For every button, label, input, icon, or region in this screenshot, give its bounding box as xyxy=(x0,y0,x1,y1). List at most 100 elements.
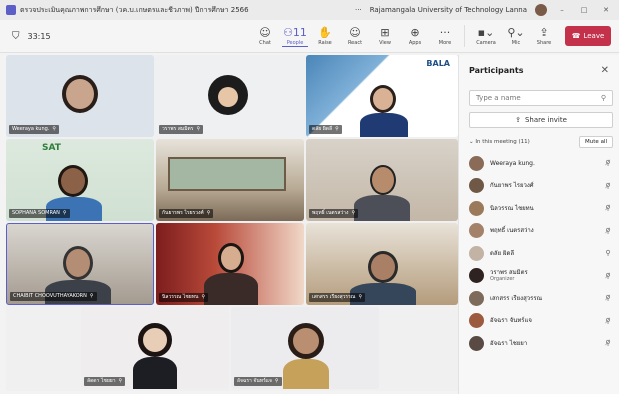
close-panel-button[interactable]: ✕ xyxy=(601,65,609,76)
mic-off-icon[interactable]: ⚲̸ xyxy=(603,159,613,167)
video-tile[interactable]: ลัดดา ไชยยา ⚲ xyxy=(81,307,229,389)
tile-name: ลัดดา ไชยยา ⚲ xyxy=(84,377,126,386)
view-button[interactable]: ⊞ View xyxy=(372,26,398,47)
avatar xyxy=(469,245,484,261)
view-label: View xyxy=(379,39,391,46)
mic-off-icon[interactable]: ⚲̸ xyxy=(603,294,613,302)
share-icon: ⇪ xyxy=(515,116,521,124)
mic-icon: ⚲ xyxy=(358,294,363,300)
participant-item[interactable]: พฤทธิ์ เนตรสว่าง ⚲̸ xyxy=(469,220,613,243)
share-button[interactable]: ⇪ Share xyxy=(531,26,557,46)
participant-search-input[interactable]: Type a name ⚲ xyxy=(469,90,613,106)
share-icon: ⇪ xyxy=(539,26,549,39)
toolbar-actions: ☺ Chat ⚇11 People ✋ Raise ☺ React ⊞ View ⊕ App… xyxy=(252,26,458,47)
people-button[interactable]: ⚇11 People xyxy=(282,26,308,47)
participant-item[interactable]: อัจฉรา ไชยยา ⚲̸ xyxy=(469,332,613,355)
participant-video xyxy=(368,251,398,283)
react-label: React xyxy=(347,39,363,46)
tile-name-text: อัจฉรา จันทร์แจ xyxy=(237,378,272,384)
participant-video xyxy=(62,75,98,113)
participant-name: กันยาพร ไรยวงศ์ xyxy=(490,182,534,190)
sat-banner: SAT xyxy=(42,143,61,153)
video-tile[interactable]: อัจฉรา จันทร์แจ ⚲ xyxy=(231,307,379,389)
participant-item[interactable]: กันยาพร ไรยวงศ์ ⚲̸ xyxy=(469,175,613,198)
video-tile[interactable]: เสกสรร เรียงสุวรรณ ⚲ xyxy=(306,223,458,305)
close-window-button[interactable]: ✕ xyxy=(599,6,613,14)
tile-name: CHAIBIT CHOOVUTHAYAKORN ⚲ xyxy=(10,292,97,301)
video-tile[interactable]: นิลวรรณ ไชยทน ⚲ xyxy=(156,223,304,305)
maximize-button[interactable]: □ xyxy=(577,6,591,14)
teams-app-icon xyxy=(6,5,16,15)
mic-button[interactable]: ⚲⌄ Mic xyxy=(501,26,531,46)
search-icon: ⚲ xyxy=(600,94,606,102)
mic-icon: ⚲ xyxy=(52,126,57,132)
avatar xyxy=(469,335,484,351)
avatar xyxy=(469,313,484,329)
shield-icon[interactable]: ⛉ xyxy=(12,31,20,42)
participant-role: Organizer xyxy=(490,275,515,282)
mic-icon: ⚲ xyxy=(206,210,211,216)
avatar xyxy=(469,223,484,239)
mic-off-icon: ⚲⌄ xyxy=(507,26,525,39)
ellipsis-icon: ··· xyxy=(439,25,451,39)
video-tile[interactable]: Weeraya kung. ⚲ xyxy=(6,55,154,137)
participant-item[interactable]: เสกสรร เรียงสุวรรณ ⚲̸ xyxy=(469,287,613,310)
people-icon: ⚇11 xyxy=(283,25,307,39)
title-bar: ตรวจประเมินคุณภาพการศึกษา (วค.บ.เกษตรและ… xyxy=(0,0,619,20)
mic-off-icon[interactable]: ⚲̸ xyxy=(603,317,613,325)
people-label: People xyxy=(286,39,304,46)
camera-off-icon: ▪⌄ xyxy=(477,26,495,39)
more-options-icon[interactable]: ··· xyxy=(355,6,362,14)
tile-name-text: นิลวรรณ ไชยทน xyxy=(162,294,199,300)
user-avatar[interactable] xyxy=(535,4,547,16)
video-tile[interactable]: SAT SOPHANA SOMRAN ⚲ xyxy=(6,139,154,221)
video-tile[interactable]: วราพร สมมิตร ⚲ xyxy=(156,55,304,137)
participant-item[interactable]: อัจฉรา จันทร์แจ ⚲̸ xyxy=(469,310,613,333)
minimize-button[interactable]: – xyxy=(555,6,569,14)
mic-on-icon[interactable]: ⚲ xyxy=(603,249,613,257)
participant-name: พฤทธิ์ เนตรสว่าง xyxy=(490,227,534,235)
participant-item[interactable]: ดลัย ผิดลี ⚲ xyxy=(469,242,613,265)
mic-off-icon[interactable]: ⚲̸ xyxy=(603,272,613,280)
mic-icon: ⚲ xyxy=(62,210,67,216)
share-invite-button[interactable]: ⇪ Share invite xyxy=(469,112,613,128)
video-tile[interactable]: CHAIBIT CHOOVUTHAYAKORN ⚲ xyxy=(6,223,154,305)
video-tile[interactable]: BALA ดลัย ผิดลี ⚲ xyxy=(306,55,458,137)
participant-item[interactable]: Weeraya kung. ⚲̸ xyxy=(469,152,613,175)
tile-name-text: วราพร สมมิตร xyxy=(162,126,194,132)
tile-name-text: ลัดดา ไชยยา xyxy=(87,378,116,384)
mic-off-icon[interactable]: ⚲̸ xyxy=(603,227,613,235)
react-button[interactable]: ☺ React xyxy=(342,26,368,47)
participant-video xyxy=(283,359,329,389)
mic-off-icon[interactable]: ⚲̸ xyxy=(603,204,613,212)
raise-hand-button[interactable]: ✋ Raise xyxy=(312,26,338,47)
leave-label: Leave xyxy=(583,32,605,40)
more-button[interactable]: ··· More xyxy=(432,26,458,47)
video-grid: Weeraya kung. ⚲ วราพร สมมิตร ⚲ BALA ดลัย ผ… xyxy=(6,55,458,391)
video-tile[interactable]: กันยารพร ไรยรวงศ์ ⚲ xyxy=(156,139,304,221)
participant-list: Weeraya kung. ⚲̸ กันยาพร ไรยวงศ์ ⚲̸ นิลวรร… xyxy=(469,152,613,355)
in-meeting-section-toggle[interactable]: ⌄ In this meeting (11) xyxy=(469,139,530,145)
camera-label: Camera xyxy=(476,40,496,46)
leave-button[interactable]: ☎ Leave xyxy=(565,26,611,46)
tile-name-text: CHAIBIT CHOOVUTHAYAKORN xyxy=(13,293,87,299)
participant-item[interactable]: นิลวรรณ ไชยทน ⚲̸ xyxy=(469,197,613,220)
camera-button[interactable]: ▪⌄ Camera xyxy=(471,26,501,46)
apps-button[interactable]: ⊕ Apps xyxy=(402,26,428,47)
video-tile[interactable]: พฤทธิ์ เนตรสว่าง ⚲ xyxy=(306,139,458,221)
hand-icon: ✋ xyxy=(318,25,332,39)
apps-icon: ⊕ xyxy=(410,25,420,39)
avatar xyxy=(469,155,484,171)
chat-button[interactable]: ☺ Chat xyxy=(252,26,278,47)
mic-off-icon[interactable]: ⚲̸ xyxy=(603,182,613,190)
mic-off-icon[interactable]: ⚲̸ xyxy=(603,339,613,347)
window-title: ตรวจประเมินคุณภาพการศึกษา (วค.บ.เกษตรและ… xyxy=(20,5,249,14)
participant-name: อัจฉรา จันทร์แจ xyxy=(490,317,532,325)
tile-name: พฤทธิ์ เนตรสว่าง ⚲ xyxy=(309,209,359,218)
participant-video xyxy=(218,87,238,107)
participant-item[interactable]: วราพร สมมิตร Organizer ⚲̸ xyxy=(469,265,613,288)
mic-icon: ⚲ xyxy=(351,210,356,216)
participant-video xyxy=(370,165,396,195)
participant-video xyxy=(360,113,408,137)
mute-all-button[interactable]: Mute all xyxy=(579,136,613,148)
